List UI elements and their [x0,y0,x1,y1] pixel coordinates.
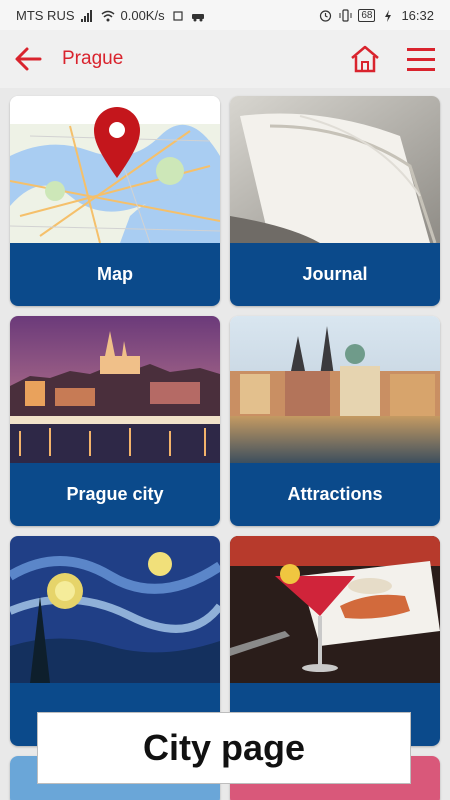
app-bar: Prague [0,30,450,88]
old-town-riverside-image [230,316,440,463]
card-prague-city[interactable]: Prague city [10,316,220,526]
wifi-icon [101,10,115,22]
card-map[interactable]: Map [10,96,220,306]
card-label: Attractions [230,463,440,526]
card-label: Journal [230,243,440,306]
page-title: Prague [62,48,124,69]
carrier-label: MTS RUS [16,8,75,23]
battery-level: 68 [358,9,376,22]
card-attractions[interactable]: Attractions [230,316,440,526]
hamburger-menu-icon[interactable] [404,45,438,75]
card-label: Map [10,243,220,306]
starry-night-painting-image [10,536,220,683]
caption-banner: City page [37,712,411,784]
clock: 16:32 [401,8,434,23]
arrow-left-icon[interactable] [12,43,44,75]
alarm-icon [318,10,332,22]
cocktail-and-fish-dish-image [230,536,440,683]
notification-icon [171,10,185,22]
open-book-image [230,96,440,243]
home-icon[interactable] [348,43,382,75]
car-icon [191,10,205,22]
charging-icon [381,9,395,22]
signal-icon [80,9,95,22]
vibrate-icon [338,9,352,22]
status-bar: MTS RUS 0.00K/s 68 16:32 [0,0,450,30]
card-label: Prague city [10,463,220,526]
map-image [10,96,220,243]
card-journal[interactable]: Journal [230,96,440,306]
network-speed: 0.00K/s [120,8,165,23]
prague-castle-night-image [10,316,220,463]
